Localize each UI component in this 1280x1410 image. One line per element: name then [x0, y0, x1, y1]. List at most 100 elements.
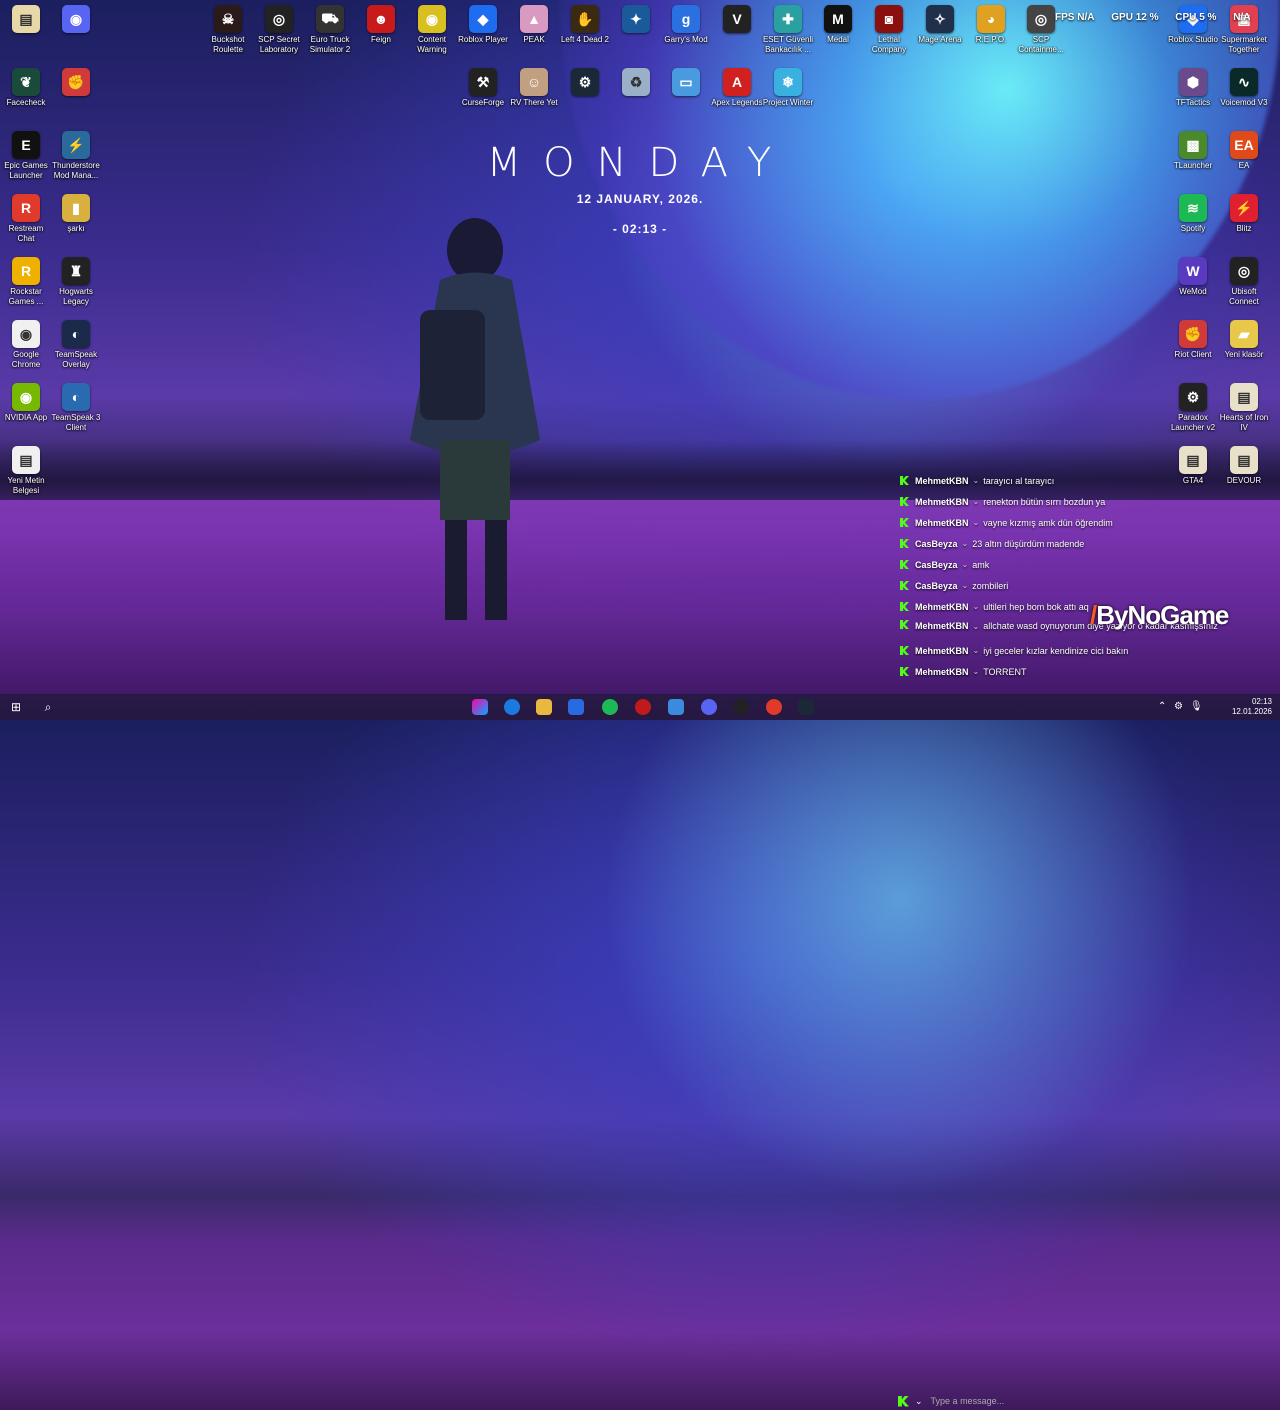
desktop-icon-content-warning[interactable]: ◉ Content Warning — [406, 5, 458, 55]
desktop-icon-this-pc[interactable]: ▭ — [660, 68, 712, 98]
opera-icon[interactable] — [635, 699, 651, 715]
desktop-icon-tftactics[interactable]: ⬢ TFTactics — [1167, 68, 1219, 108]
desktop-icon-teamspeak-overlay[interactable]: ◐ TeamSpeak Overlay — [50, 320, 102, 370]
system-clock[interactable]: 02:13 12.01.2026 — [1232, 697, 1272, 717]
desktop-icon-label: Ubisoft Connect — [1229, 287, 1259, 306]
desktop-icon-rv-there-yet[interactable]: ☺ RV There Yet — [508, 68, 560, 108]
desktop-icon-ea[interactable]: EA EA — [1218, 131, 1270, 171]
desktop-icon-voicemod[interactable]: ∿ Voicemod V3 — [1218, 68, 1270, 108]
desktop-icon-riot-top[interactable]: ✊ — [50, 68, 102, 98]
desktop-icon-ets2[interactable]: ⛟ Euro Truck Simulator 2 — [304, 5, 356, 55]
desktop-icon-repo[interactable]: ◕ R.E.P.O. — [965, 5, 1017, 45]
chevron-down-icon[interactable]: ⌄ — [915, 1396, 923, 1407]
time-label: - 02:13 - — [612, 222, 668, 236]
steam-taskbar-icon[interactable] — [798, 699, 814, 715]
desktop-icon-rockstar[interactable]: R Rockstar Games ... — [0, 257, 52, 307]
desktop-icon-blitz[interactable]: ⚡ Blitz — [1218, 194, 1270, 234]
chrome-icon: ◉ — [12, 320, 40, 348]
restream-icon: R — [12, 194, 40, 222]
desktop-icon-yeni-klasor[interactable]: ▰ Yeni klasör — [1218, 320, 1270, 360]
steam-top-icon: ⚙ — [571, 68, 599, 96]
spotify-taskbar-icon[interactable] — [602, 699, 618, 715]
desktop-icon-eset[interactable]: ✚ ESET Güvenli Bankacılık ... — [762, 5, 814, 55]
chat-message: MehmetKBN ⌄ TORRENT — [896, 661, 1276, 682]
desktop-icon-label: RV There Yet — [510, 98, 558, 107]
desktop-icon-label: Hogwarts Legacy — [59, 287, 93, 306]
chevron-down-icon: ⌄ — [961, 560, 969, 569]
desktop-icon-l4d2[interactable]: ✋ Left 4 Dead 2 — [559, 5, 611, 45]
desktop-icon-epic[interactable]: E Epic Games Launcher — [0, 131, 52, 181]
desktop-icon-doc[interactable]: ▤ — [0, 5, 52, 35]
rv-there-yet-icon: ☺ — [520, 68, 548, 96]
copilot-icon[interactable] — [472, 699, 488, 715]
microphone-icon[interactable]: 🎙 — [1190, 701, 1203, 712]
kick-icon — [900, 476, 909, 485]
desktop-icon-hoi4[interactable]: ▤ Hearts of Iron IV — [1218, 383, 1270, 433]
desktop-icon-buckshot[interactable]: ☠ Buckshot Roulette — [202, 5, 254, 55]
desktop-icon-mage-arena[interactable]: ✧ Mage Arena — [914, 5, 966, 45]
riot-top-icon: ✊ — [62, 68, 90, 96]
desktop-icon-project-winter[interactable]: ❄ Project Winter — [762, 68, 814, 108]
yeni-metin-icon: ▤ — [12, 446, 40, 474]
desktop-icon-label: Hearts of Iron IV — [1219, 413, 1269, 432]
desktop-icon-discord[interactable]: ◉ — [50, 5, 102, 35]
desktop-icon-label: Paradox Launcher v2 — [1170, 413, 1216, 432]
desktop-icon-steam-top[interactable]: ⚙ — [559, 68, 611, 98]
buckshot-icon: ☠ — [214, 5, 242, 33]
desktop-icon-curseforge[interactable]: ⚒ CurseForge — [457, 68, 509, 108]
desktop-icon-recycle[interactable]: ♻ — [610, 68, 662, 98]
desktop-icon-roblox-player[interactable]: ◆ Roblox Player — [457, 5, 509, 45]
desktop-icon-label: TLauncher — [1173, 161, 1213, 170]
file-explorer-icon[interactable] — [536, 699, 552, 715]
tray-time: 02:13 — [1251, 697, 1272, 706]
chat-message: MehmetKBN ⌄ tarayıcı al tarayıcı — [896, 470, 1276, 491]
tray-overflow-icon[interactable]: ⌃ — [1158, 701, 1166, 712]
kick-icon — [900, 646, 909, 655]
restream-taskbar-icon[interactable] — [766, 699, 782, 715]
peak-icon: ▲ — [520, 5, 548, 33]
desktop-icon-label: NVIDIA App — [4, 413, 48, 422]
desktop-icon-sarki[interactable]: ▮ şarkı — [50, 194, 102, 234]
desktop-icon-chrome[interactable]: ◉ Google Chrome — [0, 320, 52, 370]
obs-icon[interactable] — [733, 699, 749, 715]
desktop-icon-riot-client[interactable]: ✊ Riot Client — [1167, 320, 1219, 360]
chevron-down-icon: ⌄ — [972, 646, 980, 655]
teamspeak-taskbar-icon[interactable] — [668, 699, 684, 715]
desktop-icon-facecheck[interactable]: ❦ Facecheck — [0, 68, 52, 108]
desktop-icon-label: Thunderstore Mod Mana... — [52, 161, 100, 180]
chat-input[interactable]: ⌄ Type a message... — [898, 1392, 1138, 1410]
l4d2-icon: ✋ — [571, 5, 599, 33]
kick-icon — [900, 518, 909, 527]
edge-icon[interactable] — [504, 699, 520, 715]
desktop-icon-yeni-metin[interactable]: ▤ Yeni Metin Belgesi — [0, 446, 52, 496]
desktop-icon-apex[interactable]: A Apex Legends — [711, 68, 763, 108]
network-icon[interactable]: ⚙ — [1174, 701, 1183, 712]
desktop-icon-hogwarts[interactable]: ♜ Hogwarts Legacy — [50, 257, 102, 307]
desktop-icon-label: Garry's Mod — [664, 35, 708, 44]
desktop-icon-wemod[interactable]: W WeMod — [1167, 257, 1219, 297]
desktop-icon-paradox[interactable]: ⚙ Paradox Launcher v2 — [1167, 383, 1219, 433]
desktop-icon-cs[interactable]: ✦ — [610, 5, 662, 35]
desktop-icon-gmod[interactable]: g Garry's Mod — [660, 5, 712, 45]
desktop-icon-spotify[interactable]: ≋ Spotify — [1167, 194, 1219, 234]
desktop-icon-restream[interactable]: R Restream Chat — [0, 194, 52, 244]
desktop-icon-tlauncher[interactable]: ▩ TLauncher — [1167, 131, 1219, 171]
desktop-icon-thunderstore[interactable]: ⚡ Thunderstore Mod Mana... — [50, 131, 102, 181]
chevron-down-icon: ⌄ — [972, 518, 980, 527]
desktop-icon-nvidia[interactable]: ◉ NVIDIA App — [0, 383, 52, 423]
desktop-icon-roblox-studio[interactable]: ◆ Roblox Studio — [1167, 5, 1219, 45]
desktop-icon-teamspeak3[interactable]: ◐ TeamSpeak 3 Client — [50, 383, 102, 433]
desktop-icon-feign[interactable]: ☻ Feign — [355, 5, 407, 45]
desktop-icon-medal[interactable]: M Medal — [812, 5, 864, 45]
store-icon[interactable] — [568, 699, 584, 715]
desktop-icon-label: Content Warning — [417, 35, 447, 54]
search-icon[interactable]: ⌕ — [38, 697, 58, 717]
desktop-icon-lethal[interactable]: ◙ Lethal Company — [863, 5, 915, 55]
windows-start-icon[interactable]: ⊞ — [6, 697, 26, 717]
desktop-icon-scp-lab[interactable]: ◎ SCP Secret Laboratory — [253, 5, 305, 55]
desktop-icon-ubisoft[interactable]: ◎ Ubisoft Connect — [1218, 257, 1270, 307]
desktop-icon-valorant[interactable]: V — [711, 5, 763, 35]
discord-taskbar-icon[interactable] — [701, 699, 717, 715]
desktop-icon-label: TFTactics — [1175, 98, 1211, 107]
desktop-icon-peak[interactable]: ▲ PEAK — [508, 5, 560, 45]
